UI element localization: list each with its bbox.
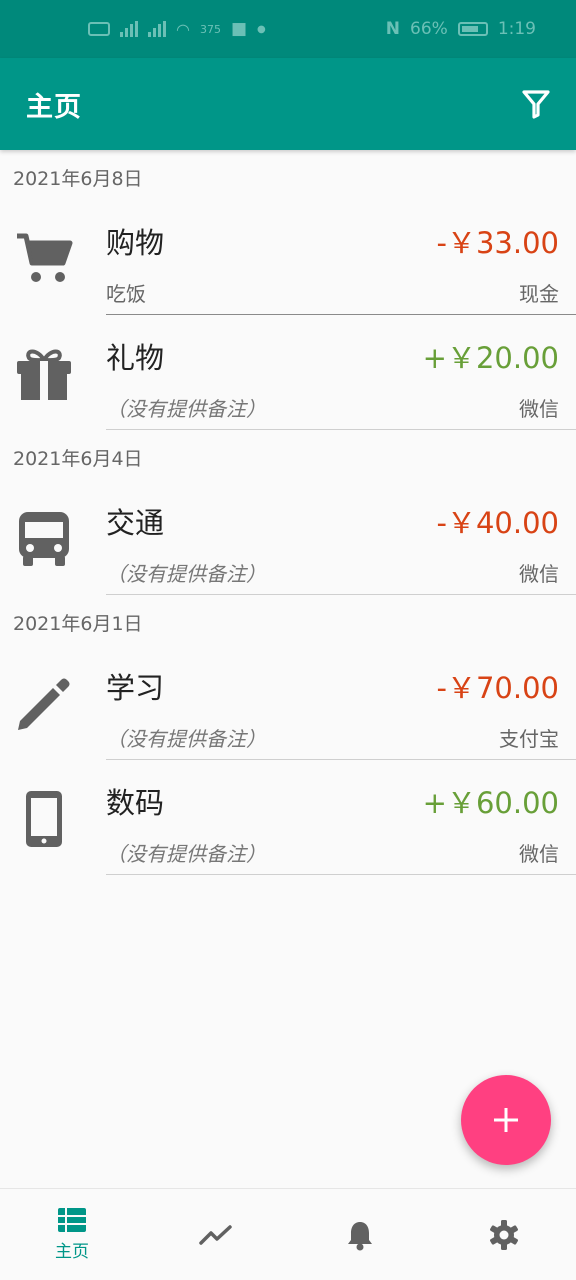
item-category: 礼物 [106, 341, 165, 375]
signal-icon-2 [148, 21, 166, 37]
nav-notifications[interactable] [288, 1189, 432, 1280]
status-bar: ◠ 375 ■ ● N 66% 1:19 [0, 0, 576, 58]
phone-icon [13, 788, 75, 850]
item-note: （没有提供备注） [106, 842, 266, 866]
item-account: 微信 [519, 397, 559, 421]
item-amount: +￥20.00 [422, 341, 559, 375]
nfc-icon: N [385, 19, 401, 39]
nav-settings[interactable] [432, 1189, 576, 1280]
item-body: 学习 -￥70.00 （没有提供备注） 支付宝 [106, 645, 576, 760]
bus-icon [13, 508, 75, 570]
status-right: N 66% 1:19 [386, 19, 536, 39]
item-note: （没有提供备注） [106, 727, 266, 751]
transaction-list: 2021年6月8日 购物 -￥33.00 吃饭 现金 礼物 +￥20.00 （没… [0, 150, 576, 875]
nav-home[interactable]: 主页 [0, 1189, 144, 1280]
list-item[interactable]: 礼物 +￥20.00 （没有提供备注） 微信 [0, 315, 576, 430]
gift-icon [13, 343, 75, 405]
network-speed: 375 [199, 22, 221, 36]
bottom-navigation: 主页 [0, 1188, 576, 1280]
item-body: 交通 -￥40.00 （没有提供备注） 微信 [106, 480, 576, 595]
filter-icon [522, 90, 550, 119]
item-account: 微信 [519, 842, 559, 866]
item-amount: -￥40.00 [436, 506, 560, 540]
clock: 1:19 [497, 19, 536, 39]
gear-icon [490, 1219, 518, 1250]
page-title: 主页 [26, 91, 82, 123]
item-account: 支付宝 [499, 727, 559, 751]
list-item[interactable]: 交通 -￥40.00 （没有提供备注） 微信 [0, 480, 576, 595]
list-item[interactable]: 学习 -￥70.00 （没有提供备注） 支付宝 [0, 645, 576, 760]
item-category: 学习 [106, 671, 165, 705]
battery-icon [457, 22, 488, 36]
pencil-icon [13, 673, 75, 735]
date-header: 2021年6月1日 [13, 613, 143, 635]
signal-icon [120, 21, 138, 37]
list-icon [58, 1208, 86, 1232]
plus-icon [494, 1108, 518, 1132]
bell-icon [348, 1221, 372, 1250]
wifi-icon: ◠ [176, 19, 190, 39]
app-bar: 主页 [0, 58, 576, 150]
status-left: ◠ 375 ■ ● [88, 19, 266, 39]
date-header: 2021年6月8日 [13, 168, 143, 190]
item-amount: -￥70.00 [436, 671, 560, 705]
dot-icon: ● [257, 23, 266, 35]
item-category: 数码 [106, 786, 165, 820]
trending-icon [199, 1224, 232, 1245]
date-header: 2021年6月4日 [13, 448, 143, 470]
filter-button[interactable] [520, 88, 552, 120]
app-root: ◠ 375 ■ ● N 66% 1:19 主页 2021年6月8日 购物 -￥3… [0, 0, 576, 1280]
item-category: 交通 [106, 506, 165, 540]
item-note: （没有提供备注） [106, 397, 266, 421]
item-category: 购物 [106, 226, 165, 260]
item-body: 购物 -￥33.00 吃饭 现金 [106, 200, 576, 315]
item-account: 现金 [519, 282, 559, 306]
item-note: （没有提供备注） [106, 562, 266, 586]
item-account: 微信 [519, 562, 559, 586]
item-note: 吃饭 [106, 282, 146, 306]
list-item[interactable]: 数码 +￥60.00 （没有提供备注） 微信 [0, 760, 576, 875]
item-body: 礼物 +￥20.00 （没有提供备注） 微信 [106, 315, 576, 430]
nav-statistics[interactable] [144, 1189, 288, 1280]
add-record-button[interactable] [461, 1075, 551, 1165]
list-item[interactable]: 购物 -￥33.00 吃饭 现金 [0, 200, 576, 315]
nav-home-label: 主页 [55, 1242, 89, 1262]
cart-icon [13, 228, 75, 290]
item-body: 数码 +￥60.00 （没有提供备注） 微信 [106, 760, 576, 875]
item-amount: +￥60.00 [422, 786, 559, 820]
video-icon: ■ [230, 19, 248, 39]
sim-icon [88, 22, 110, 36]
item-amount: -￥33.00 [436, 226, 560, 260]
battery-percent: 66% [410, 19, 448, 39]
